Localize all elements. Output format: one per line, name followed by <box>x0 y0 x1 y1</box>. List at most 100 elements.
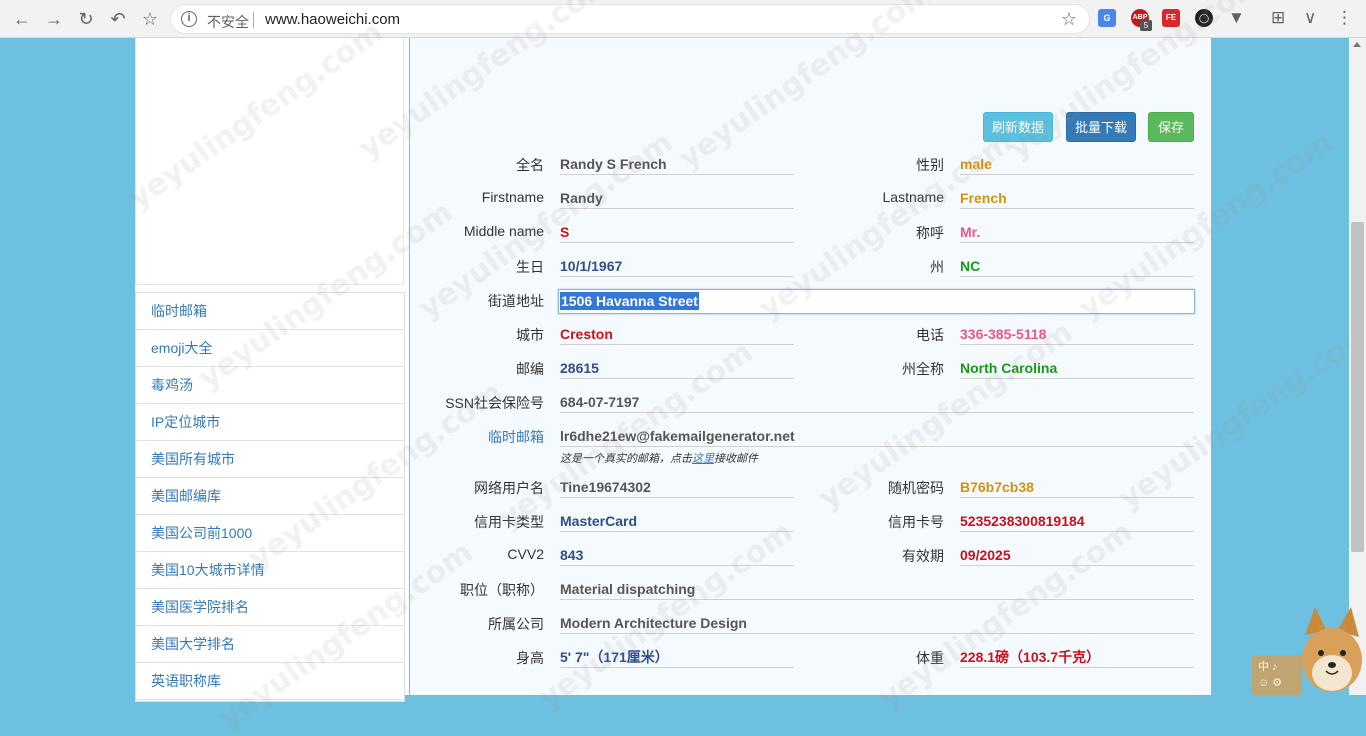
password-label: 随机密码 <box>888 480 944 496</box>
company-value[interactable]: Modern Architecture Design <box>560 613 1194 634</box>
height-label: 身高 <box>516 650 544 666</box>
state-full-value[interactable]: North Carolina <box>960 358 1194 379</box>
username-value[interactable]: Tine19674302 <box>560 477 794 498</box>
title-value[interactable]: Mr. <box>960 222 1194 243</box>
shiba-dog-mascot-icon[interactable] <box>1297 605 1366 695</box>
sidebar-item-emoji[interactable]: emoji大全 <box>136 330 404 367</box>
info-icon[interactable]: i <box>181 11 197 27</box>
street-input[interactable]: 1506 Havanna Street <box>558 289 1195 314</box>
state-label: 州 <box>930 259 944 275</box>
gender-value[interactable]: male <box>960 154 1194 175</box>
phone-label: 电话 <box>916 327 944 343</box>
card-type-value[interactable]: MasterCard <box>560 511 794 532</box>
vimium-icon[interactable]: ▼ <box>1228 8 1245 28</box>
fe-label: FE <box>1165 13 1177 22</box>
card-type-label: 信用卡类型 <box>474 514 544 530</box>
zip-label: 邮编 <box>516 361 544 377</box>
url-text[interactable]: www.haoweichi.com <box>265 11 400 28</box>
firstname-value[interactable]: Randy <box>560 188 794 209</box>
city-value[interactable]: Creston <box>560 324 794 345</box>
address-divider <box>253 12 254 28</box>
sidebar-item-job-titles[interactable]: 英语职称库 <box>136 663 404 700</box>
sidebar-item-medical-schools[interactable]: 美国医学院排名 <box>136 589 404 626</box>
weight-value[interactable]: 228.1磅（103.7千克） <box>960 647 1194 668</box>
forward-icon[interactable]: → <box>42 7 66 31</box>
scroll-up-arrow-icon[interactable] <box>1353 42 1361 47</box>
email-value[interactable]: lr6dhe21ew@fakemailgenerator.net <box>560 426 1194 447</box>
expiry-value[interactable]: 09/2025 <box>960 545 1194 566</box>
firstname-label: Firstname <box>481 189 544 205</box>
scroll-thumb[interactable] <box>1351 222 1364 552</box>
weight-label: 体重 <box>916 650 944 666</box>
page-scrollbar[interactable] <box>1349 38 1366 695</box>
cvv-label: CVV2 <box>507 546 544 562</box>
birthday-label: 生日 <box>516 259 544 275</box>
lastname-value[interactable]: French <box>960 188 1194 209</box>
occupation-label: 职位（职称） <box>460 582 544 598</box>
expiry-label: 有效期 <box>902 548 944 564</box>
lastname-label: Lastname <box>882 189 944 205</box>
sidebar-item-top-cities[interactable]: 美国10大城市详情 <box>136 552 404 589</box>
undo-icon[interactable]: ↶ <box>106 7 130 31</box>
ssn-value[interactable]: 684-07-7197 <box>560 392 1194 413</box>
title-label: 称呼 <box>916 225 944 241</box>
birthday-value[interactable]: 10/1/1967 <box>560 256 794 277</box>
password-value[interactable]: B76b7cb38 <box>960 477 1194 498</box>
sidebar-item-us-cities[interactable]: 美国所有城市 <box>136 441 404 478</box>
page-container: 临时邮箱 emoji大全 毒鸡汤 IP定位城市 美国所有城市 美国邮编库 美国公… <box>122 0 1366 736</box>
email-note-pre: 这是一个真实的邮箱，点击 <box>560 453 692 465</box>
phone-value[interactable]: 336-385-5118 <box>960 324 1194 345</box>
street-label: 街道地址 <box>488 293 544 309</box>
reload-icon[interactable]: ↻ <box>74 7 98 31</box>
sidebar-item-temp-mail[interactable]: 临时邮箱 <box>136 293 404 330</box>
state-value[interactable]: NC <box>960 256 1194 277</box>
sidebar-item-universities[interactable]: 美国大学排名 <box>136 626 404 663</box>
bookmark-page-icon[interactable]: ☆ <box>1061 9 1077 30</box>
widget-line-1: 中 ♪ <box>1258 661 1278 673</box>
input-method-widget[interactable]: 中 ♪ ☺ ⚙ <box>1252 655 1302 695</box>
back-icon[interactable]: ← <box>10 7 34 31</box>
card-number-label: 信用卡号 <box>888 514 944 530</box>
address-bar[interactable]: i 不安全 www.haoweichi.com ☆ <box>170 4 1090 34</box>
company-label: 所属公司 <box>488 616 544 632</box>
sidebar-item-chicken-soup[interactable]: 毒鸡汤 <box>136 367 404 404</box>
download-chevron-icon[interactable]: ∨ <box>1304 8 1316 28</box>
city-label: 城市 <box>516 327 544 343</box>
record-extension-icon[interactable]: ◯ <box>1195 9 1213 27</box>
fe-extension-icon[interactable]: FE <box>1162 9 1180 27</box>
street-value: 1506 Havanna Street <box>560 292 699 310</box>
state-full-label: 州全称 <box>902 361 944 377</box>
cvv-value[interactable]: 843 <box>560 545 794 566</box>
username-label: 网络用户名 <box>474 480 544 496</box>
fullname-label: 全名 <box>516 157 544 173</box>
fullname-value[interactable]: Randy S French <box>560 154 794 175</box>
temp-mail-link[interactable]: 临时邮箱 <box>424 427 544 447</box>
sidebar-ad-area <box>135 38 404 285</box>
widget-line-2: ☺ ⚙ <box>1258 677 1283 689</box>
sidebar-item-ip-city[interactable]: IP定位城市 <box>136 404 404 441</box>
batch-download-button[interactable]: 批量下载 <box>1066 112 1136 142</box>
middlename-label: Middle name <box>463 223 544 239</box>
refresh-data-button[interactable]: 刷新数据 <box>983 112 1053 142</box>
translate-extension-icon[interactable]: G <box>1098 9 1116 27</box>
gender-label: 性别 <box>916 157 944 173</box>
save-button[interactable]: 保存 <box>1148 112 1194 142</box>
insecure-label: 不安全 <box>207 14 249 30</box>
email-note: 这是一个真实的邮箱，点击这里接收邮件 <box>560 450 758 466</box>
sidebar-nav: 临时邮箱 emoji大全 毒鸡汤 IP定位城市 美国所有城市 美国邮编库 美国公… <box>135 292 405 702</box>
email-note-link[interactable]: 这里 <box>692 453 714 465</box>
email-note-post: 接收邮件 <box>714 453 758 465</box>
extension-badge: 5 <box>1140 20 1152 31</box>
middlename-value[interactable]: S <box>560 222 794 243</box>
crop-icon[interactable]: ⊞ <box>1271 8 1285 28</box>
height-value[interactable]: 5' 7"（171厘米） <box>560 647 794 668</box>
zip-value[interactable]: 28615 <box>560 358 794 379</box>
sidebar-item-top-companies[interactable]: 美国公司前1000 <box>136 515 404 552</box>
menu-icon[interactable]: ⋮ <box>1336 8 1353 28</box>
bookmark-star-icon[interactable]: ☆ <box>138 7 162 31</box>
identity-panel: 刷新数据 批量下载 保存 全名 Randy S French 性别 male F… <box>409 38 1212 695</box>
occupation-value[interactable]: Material dispatching <box>560 579 1194 600</box>
card-number-value[interactable]: 5235238300819184 <box>960 511 1194 532</box>
sidebar-item-us-zip[interactable]: 美国邮编库 <box>136 478 404 515</box>
ssn-label: SSN社会保险号 <box>445 395 544 411</box>
